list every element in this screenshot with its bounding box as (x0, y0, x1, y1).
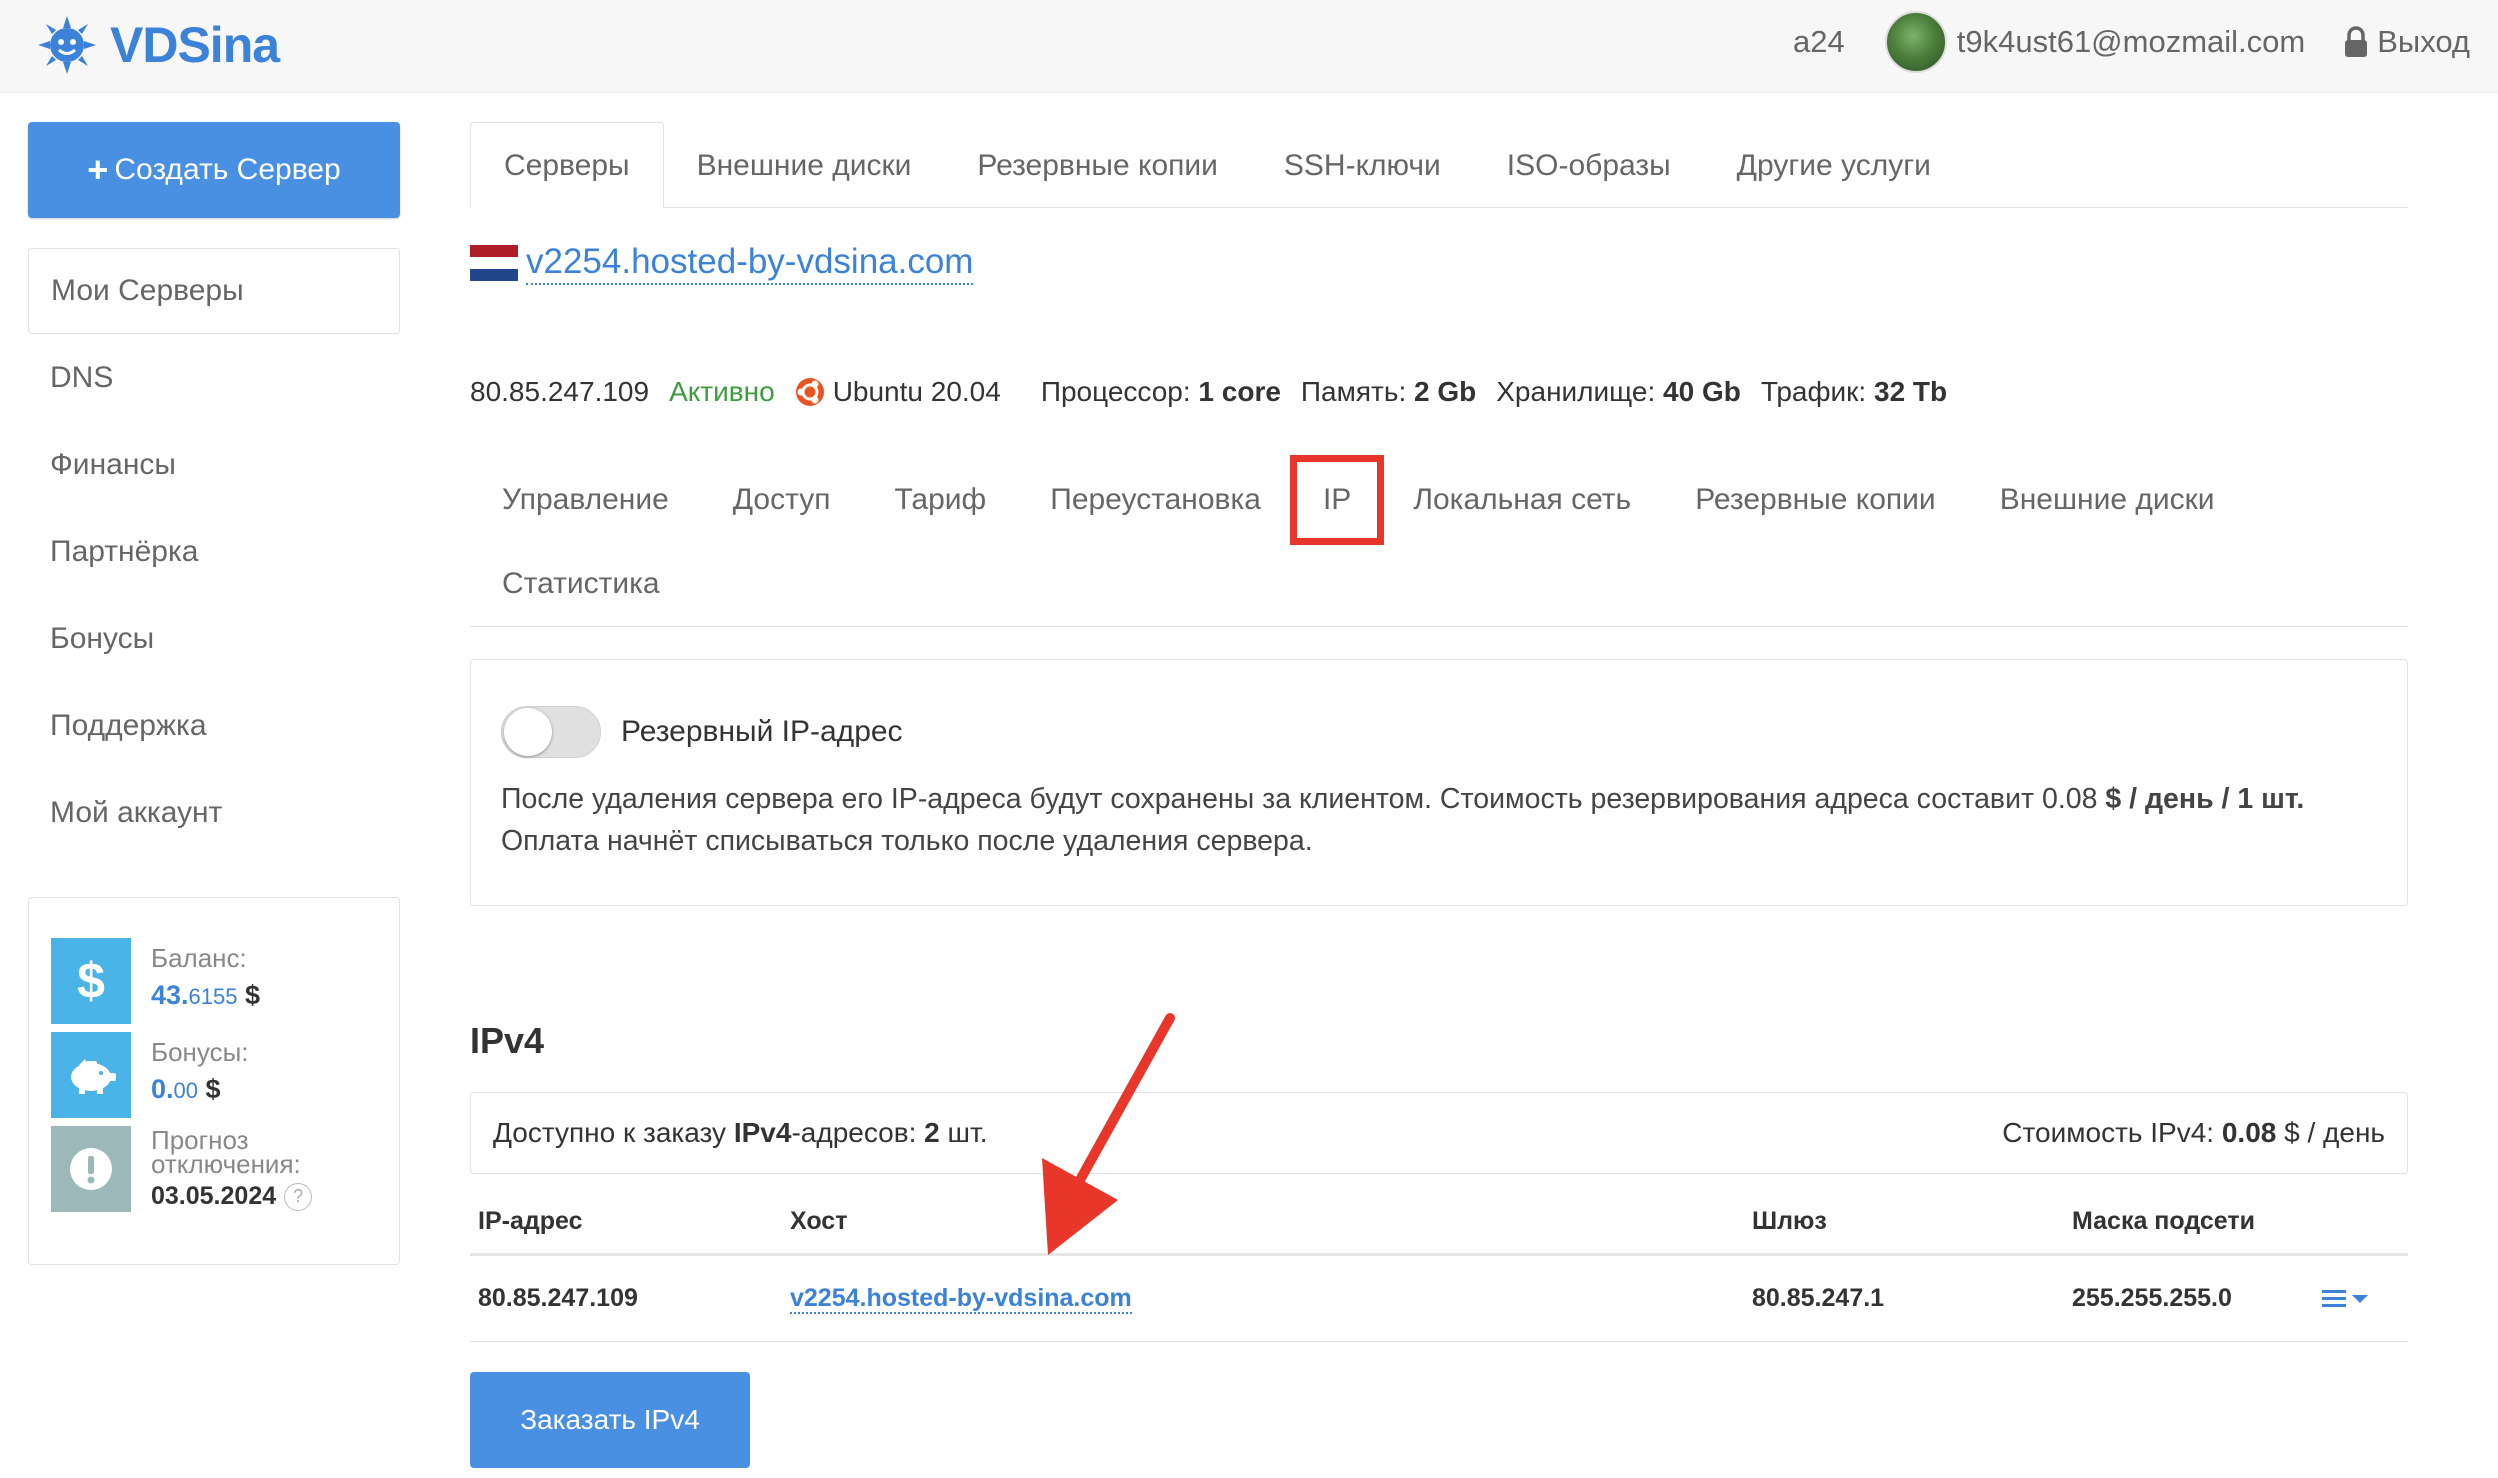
balance-widget: $ Баланс: 43.6155 $ Бонусы: 0.00 $ Прогн… (28, 897, 400, 1265)
reserve-ip-toggle[interactable] (501, 706, 601, 758)
row-mask: 255.255.255.0 (2072, 1284, 2232, 1312)
col-mask: Маска подсети (2072, 1207, 2255, 1235)
forecast-label: Прогноз отключения: (151, 1125, 301, 1179)
balance-label: Баланс: (151, 943, 247, 973)
table-row: 80.85.247.109 v2254.hosted-by-vdsina.com… (470, 1256, 2408, 1342)
top-header: VDSina a24 t9k4ust61@mozmail.com Выход (0, 0, 2498, 93)
subtab-tariff[interactable]: Тариф (862, 458, 1018, 542)
tab-ssh-keys[interactable]: SSH-ключи (1251, 122, 1474, 209)
server-cpu: Процессор: 1 core (1040, 376, 1281, 407)
tab-backups[interactable]: Резервные копии (944, 122, 1251, 209)
subtab-ip[interactable]: IP (1289, 455, 1385, 545)
subtab-statistics[interactable]: Статистика (470, 542, 692, 626)
avatar[interactable] (1884, 11, 1947, 73)
order-ipv4-button[interactable]: Заказать IPv4 (470, 1372, 750, 1468)
server-ram: Память: 2 Gb (1300, 376, 1477, 407)
balance-row: $ Баланс: 43.6155 $ (51, 938, 377, 1024)
bonus-label: Бонусы: (151, 1037, 249, 1067)
subtab-backups[interactable]: Резервные копии (1663, 458, 1968, 542)
server-traffic: Трафик: 32 Tb (1760, 376, 1948, 407)
netherlands-flag-icon (470, 245, 518, 281)
row-gateway: 80.85.247.1 (1752, 1284, 1885, 1312)
ipv4-table-header: IP-адрес Хост Шлюз Маска подсети (470, 1190, 2408, 1256)
account-id: a24 (1793, 24, 1845, 59)
logout-label: Выход (2377, 24, 2470, 59)
logout-link[interactable]: Выход (2343, 24, 2470, 60)
create-server-button[interactable]: + Создать Сервер (28, 122, 400, 218)
reserve-ip-panel: Резервный IP-адрес После удаления сервер… (470, 659, 2408, 906)
logo[interactable]: VDSina (36, 14, 280, 76)
row-host-link[interactable]: v2254.hosted-by-vdsina.com (790, 1284, 1132, 1314)
row-ip: 80.85.247.109 (478, 1284, 638, 1312)
subtab-external-disks[interactable]: Внешние диски (1968, 458, 2247, 542)
sidebar-item-support[interactable]: Поддержка (28, 682, 400, 769)
sidebar-item-finances[interactable]: Финансы (28, 421, 400, 508)
ipv4-cost: Стоимость IPv4: 0.08 $ / день (2002, 1117, 2385, 1148)
server-os: Ubuntu 20.04 (795, 376, 1021, 408)
server-status: Активно (669, 376, 775, 407)
row-actions-menu[interactable] (2322, 1288, 2408, 1310)
main-content: Серверы Внешние диски Резервные копии SS… (470, 122, 2408, 1468)
forecast-value: 03.05.2024 ? (151, 1182, 321, 1211)
dollar-icon: $ (51, 938, 131, 1024)
ipv4-availability-bar: Доступно к заказу IPv4-адресов: 2 шт. Ст… (470, 1092, 2408, 1174)
subtab-local-network[interactable]: Локальная сеть (1381, 458, 1663, 542)
subtab-access[interactable]: Доступ (701, 458, 863, 542)
header-user-area: a24 t9k4ust61@mozmail.com Выход (1793, 10, 2470, 74)
ubuntu-icon (795, 378, 824, 406)
server-title: v2254.hosted-by-vdsina.com (470, 238, 2408, 288)
ipv4-table: IP-адрес Хост Шлюз Маска подсети 80.85.2… (470, 1190, 2408, 1342)
sidebar-item-dns[interactable]: DNS (28, 334, 400, 421)
server-ip: 80.85.247.109 (470, 376, 650, 407)
tab-other-services[interactable]: Другие услуги (1704, 122, 1964, 209)
sun-logo-icon (38, 16, 96, 74)
user-email[interactable]: t9k4ust61@mozmail.com (1957, 24, 2305, 60)
ipv4-available: Доступно к заказу IPv4-адресов: 2 шт. (493, 1117, 988, 1148)
caret-down-icon (2352, 1294, 2368, 1303)
sidebar: + Создать Сервер Мои Серверы DNS Финансы… (28, 122, 400, 856)
reserve-ip-description: После удаления сервера его IP-адреса буд… (501, 783, 2305, 857)
piggy-bank-icon (51, 1032, 131, 1118)
subtab-reinstall[interactable]: Переустановка (1018, 458, 1293, 542)
server-hostname-link[interactable]: v2254.hosted-by-vdsina.com (526, 241, 974, 285)
hamburger-icon (2322, 1289, 2346, 1307)
reserve-ip-label: Резервный IP-адрес (621, 715, 903, 748)
bonus-value: 0.00 $ (151, 1074, 221, 1104)
bonus-row: Бонусы: 0.00 $ (51, 1032, 377, 1118)
plus-icon: + (87, 149, 109, 190)
top-tabs: Серверы Внешние диски Резервные копии SS… (470, 122, 2408, 209)
ipv4-heading: IPv4 (470, 1020, 545, 1061)
forecast-row: Прогноз отключения: 03.05.2024 ? (51, 1126, 377, 1212)
balance-value: 43.6155 $ (151, 980, 261, 1010)
sidebar-nav: Мои Серверы DNS Финансы Партнёрка Бонусы… (28, 248, 400, 856)
col-gateway: Шлюз (1752, 1207, 1827, 1235)
logo-text: VDSina (110, 17, 280, 73)
tab-iso-images[interactable]: ISO-образы (1474, 122, 1704, 209)
col-host: Хост (790, 1207, 848, 1235)
alert-icon (51, 1126, 131, 1212)
server-storage: Хранилище: 40 Gb (1496, 376, 1741, 407)
lock-icon (2345, 26, 2368, 57)
sidebar-item-my-servers[interactable]: Мои Серверы (28, 248, 400, 334)
sidebar-item-bonuses[interactable]: Бонусы (28, 595, 400, 682)
server-subtabs: Управление Доступ Тариф Переустановка IP… (470, 455, 2408, 627)
create-server-label: Создать Сервер (114, 153, 341, 186)
sidebar-item-partner[interactable]: Партнёрка (28, 508, 400, 595)
help-icon[interactable]: ? (284, 1182, 313, 1211)
tab-external-disks[interactable]: Внешние диски (664, 122, 945, 209)
server-info-row: 80.85.247.109 Активно Ubuntu 20.04 Проце… (470, 372, 2408, 412)
tab-servers[interactable]: Серверы (470, 122, 664, 209)
sidebar-item-account[interactable]: Мой аккаунт (28, 769, 400, 856)
subtab-management[interactable]: Управление (470, 458, 701, 542)
col-ip: IP-адрес (478, 1207, 583, 1235)
